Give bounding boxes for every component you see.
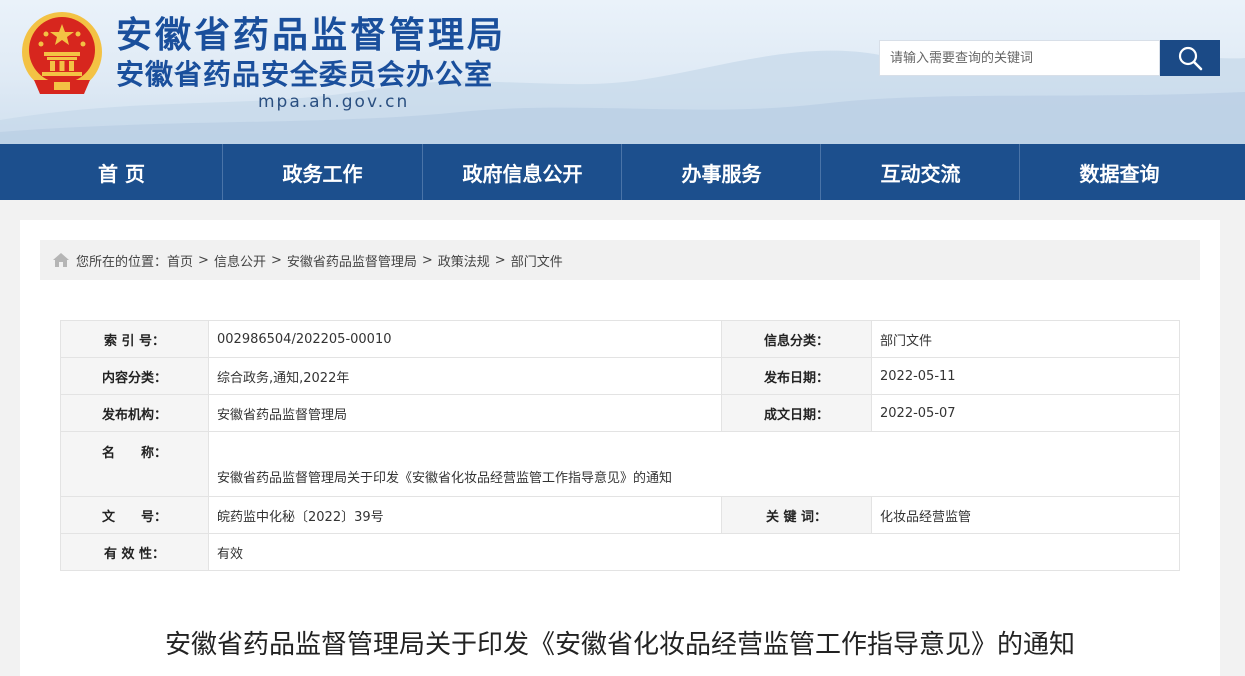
validity-label: 有 效 性： xyxy=(60,533,209,571)
national-emblem-icon xyxy=(22,12,102,94)
name-value: 安徽省药品监督管理局关于印发《安徽省化妆品经营监管工作指导意见》的通知 xyxy=(208,431,1180,497)
search-icon xyxy=(1178,46,1203,71)
document-meta-table: 索 引 号： 002986504/202205-00010 信息分类： 部门文件… xyxy=(60,320,1180,571)
breadcrumb-separator: > xyxy=(270,252,282,268)
breadcrumb-prefix: 您所在的位置： xyxy=(76,254,168,270)
info-class-value: 部门文件 xyxy=(871,320,1180,358)
breadcrumb-separator: > xyxy=(198,252,209,268)
site-title: 安徽省药品监督管理局 xyxy=(116,15,507,56)
table-row: 内容分类： 综合政务,通知,2022年 发布日期： 2022-05-11 xyxy=(60,357,1180,395)
breadcrumb-item-home[interactable]: 首页 xyxy=(167,251,193,270)
breadcrumb-item-info[interactable]: 信息公开 xyxy=(214,251,266,270)
breadcrumb-separator: > xyxy=(421,252,433,268)
main-nav: 首 页 政务工作 政府信息公开 办事服务 互动交流 数据查询 xyxy=(0,144,1245,200)
info-class-label: 信息分类： xyxy=(721,320,872,358)
breadcrumb-item-bureau[interactable]: 安徽省药品监督管理局 xyxy=(287,251,417,270)
table-row: 文 号： 皖药监中化秘〔2022〕39号 关 键 词： 化妆品经营监管 xyxy=(60,496,1180,534)
search-input[interactable] xyxy=(879,40,1160,76)
breadcrumb-separator: > xyxy=(494,252,506,268)
content-class-label: 内容分类： xyxy=(60,357,209,395)
docno-value: 皖药监中化秘〔2022〕39号 xyxy=(208,496,722,534)
validity-value: 有效 xyxy=(208,533,1180,571)
keyword-value: 化妆品经营监管 xyxy=(871,496,1180,534)
table-row: 发布机构： 安徽省药品监督管理局 成文日期： 2022-05-07 xyxy=(60,394,1180,432)
site-subtitle: 安徽省药品安全委员会办公室 xyxy=(116,58,494,91)
org-value: 安徽省药品监督管理局 xyxy=(208,394,722,432)
main-content: 您所在的位置： 首页 > 信息公开 > 安徽省药品监督管理局 > 政策法规 > … xyxy=(20,220,1220,676)
breadcrumb-item-policy[interactable]: 政策法规 xyxy=(438,251,490,270)
breadcrumb: 您所在的位置： 首页 > 信息公开 > 安徽省药品监督管理局 > 政策法规 > … xyxy=(40,240,1200,280)
org-label: 发布机构： xyxy=(60,394,209,432)
home-icon[interactable] xyxy=(52,252,70,268)
content-class-value: 综合政务,通知,2022年 xyxy=(208,357,722,395)
nav-item-interaction[interactable]: 互动交流 xyxy=(821,144,1020,200)
index-label: 索 引 号： xyxy=(60,320,209,358)
search-button[interactable] xyxy=(1160,40,1220,76)
nav-item-data-query[interactable]: 数据查询 xyxy=(1020,144,1219,200)
site-header: 安徽省药品监督管理局 安徽省药品安全委员会办公室 mpa.ah.gov.cn xyxy=(0,0,1245,144)
publish-date-label: 发布日期： xyxy=(721,357,872,395)
site-domain: mpa.ah.gov.cn xyxy=(258,92,410,112)
doc-date-label: 成文日期： xyxy=(721,394,872,432)
nav-item-home[interactable]: 首 页 xyxy=(22,144,221,200)
nav-item-government-work[interactable]: 政务工作 xyxy=(223,144,422,200)
keyword-label: 关 键 词： xyxy=(721,496,872,534)
table-row: 名 称： 安徽省药品监督管理局关于印发《安徽省化妆品经营监管工作指导意见》的通知 xyxy=(60,431,1180,497)
table-row: 有 效 性： 有效 xyxy=(60,533,1180,571)
search-box xyxy=(879,40,1220,76)
docno-label: 文 号： xyxy=(60,496,209,534)
article-title: 安徽省药品监督管理局关于印发《安徽省化妆品经营监管工作指导意见》的通知 xyxy=(164,630,1075,660)
doc-date-value: 2022-05-07 xyxy=(871,394,1180,432)
breadcrumb-item-dept-docs[interactable]: 部门文件 xyxy=(511,251,563,270)
index-value: 002986504/202205-00010 xyxy=(208,320,722,358)
publish-date-value: 2022-05-11 xyxy=(871,357,1180,395)
table-row: 索 引 号： 002986504/202205-00010 信息分类： 部门文件 xyxy=(60,320,1180,358)
nav-item-info-disclosure[interactable]: 政府信息公开 xyxy=(423,144,622,200)
name-label: 名 称： xyxy=(60,431,209,497)
nav-item-services[interactable]: 办事服务 xyxy=(622,144,821,200)
